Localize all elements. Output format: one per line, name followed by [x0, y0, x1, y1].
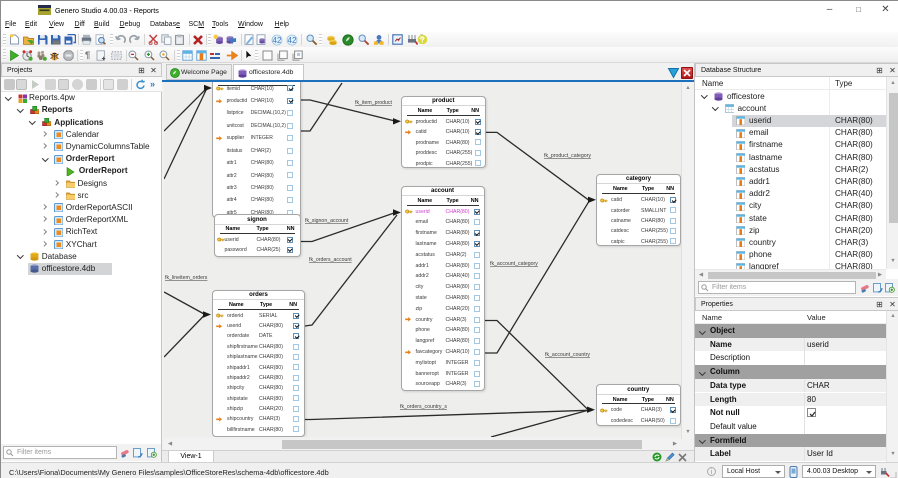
svg-text:fk_orders_country_s: fk_orders_country_s [400, 404, 447, 410]
svg-text:fk_signon_account: fk_signon_account [305, 218, 349, 224]
svg-text:fk_item_product: fk_item_product [355, 100, 392, 106]
svg-text:fk_account_country: fk_account_country [545, 352, 590, 358]
svg-text:?: ? [420, 35, 425, 44]
svg-text:fk_account_category: fk_account_category [490, 261, 538, 267]
svg-text:fk_orders_account: fk_orders_account [309, 257, 352, 263]
svg-text:42: 42 [273, 36, 282, 45]
svg-text:fk_lineitem_orders: fk_lineitem_orders [165, 275, 208, 281]
svg-text:fk_product_category: fk_product_category [544, 153, 591, 159]
svg-text:42: 42 [287, 36, 296, 45]
